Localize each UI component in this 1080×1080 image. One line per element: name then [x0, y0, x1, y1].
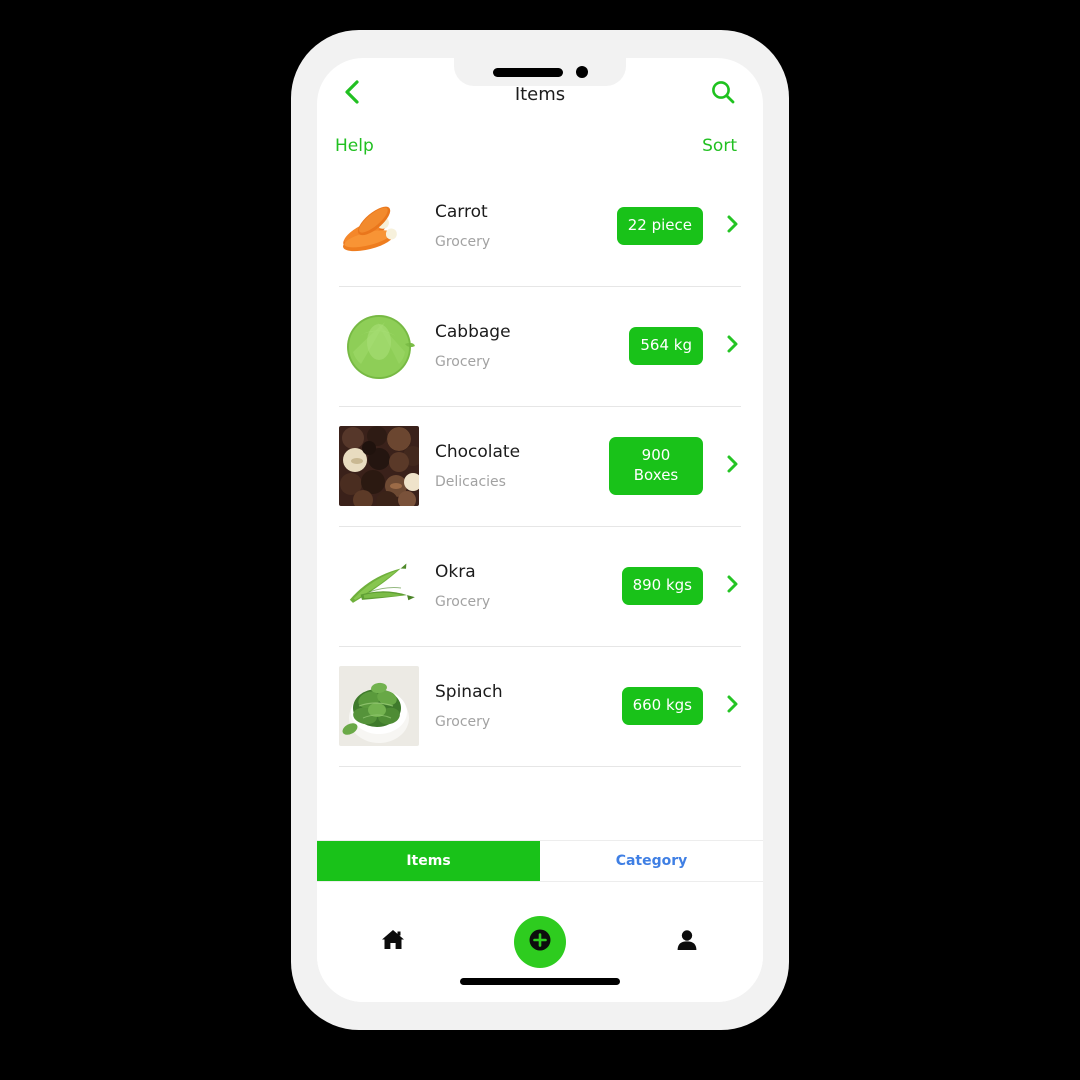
item-text-block: Carrot Grocery	[419, 202, 617, 250]
row-detail-button[interactable]	[703, 573, 739, 599]
sub-action-bar: Help Sort	[317, 130, 763, 166]
chevron-right-icon	[725, 453, 739, 479]
phone-frame: Items Help Sort Carrot Grocery 22 piece …	[291, 30, 789, 1030]
profile-person-icon	[674, 927, 700, 957]
row-detail-button[interactable]	[703, 213, 739, 239]
item-text-block: Cabbage Grocery	[419, 322, 629, 370]
item-category: Delicacies	[435, 474, 506, 490]
earpiece-speaker-icon	[492, 67, 563, 77]
home-button[interactable]	[361, 910, 425, 974]
table-row[interactable]: Chocolate Delicacies 900 Boxes	[317, 406, 763, 526]
item-name: Chocolate	[435, 442, 521, 462]
row-detail-button[interactable]	[703, 453, 739, 479]
search-button[interactable]	[705, 76, 741, 112]
spinach-photo	[339, 666, 419, 746]
item-category: Grocery	[435, 594, 491, 610]
chocolate-photo	[339, 426, 419, 506]
item-text-block: Chocolate Delicacies	[419, 442, 609, 490]
carrot-photo	[339, 186, 419, 266]
home-indicator	[460, 978, 620, 985]
sort-button[interactable]: Sort	[702, 136, 737, 156]
quantity-badge[interactable]: 890 kgs	[621, 567, 703, 605]
quantity-badge[interactable]: 22 piece	[616, 207, 703, 245]
screenshot-canvas: Items Help Sort Carrot Grocery 22 piece …	[0, 0, 1080, 1080]
profile-button[interactable]	[655, 910, 719, 974]
table-row[interactable]: Carrot Grocery 22 piece	[317, 166, 763, 286]
table-row[interactable]: Okra Grocery 890 kgs	[317, 526, 763, 646]
add-plus-icon	[527, 927, 553, 957]
item-list[interactable]: Carrot Grocery 22 piece Cabbage Grocery …	[317, 166, 763, 774]
item-category: Grocery	[435, 234, 491, 250]
front-camera-icon	[575, 66, 588, 78]
phone-screen: Items Help Sort Carrot Grocery 22 piece …	[317, 58, 763, 1002]
page-title: Items	[514, 83, 566, 105]
item-name: Okra	[435, 562, 476, 582]
chevron-right-icon	[725, 693, 739, 719]
tab-category[interactable]: Category	[540, 841, 763, 881]
table-row[interactable]: Spinach Grocery 660 kgs	[317, 646, 763, 766]
table-row[interactable]: Tomato Grocery 45	[317, 766, 763, 774]
search-icon	[710, 79, 736, 109]
table-row[interactable]: Cabbage Grocery 564 kg	[317, 286, 763, 406]
item-text-block: Spinach Grocery	[419, 682, 622, 730]
cabbage-photo	[339, 306, 419, 386]
quantity-badge[interactable]: 660 kgs	[621, 687, 703, 725]
row-detail-button[interactable]	[703, 693, 739, 719]
chevron-right-icon	[725, 213, 739, 239]
okra-photo	[339, 546, 419, 626]
item-name: Cabbage	[435, 322, 511, 342]
item-name: Carrot	[435, 202, 488, 222]
home-icon	[380, 927, 406, 957]
quantity-badge[interactable]: 900 Boxes	[609, 437, 703, 495]
segmented-tab-bar: Items Category	[317, 840, 763, 882]
item-category: Grocery	[435, 714, 491, 730]
item-name: Spinach	[435, 682, 503, 702]
chevron-right-icon	[725, 573, 739, 599]
item-category: Grocery	[435, 354, 491, 370]
row-detail-button[interactable]	[703, 333, 739, 359]
tab-items[interactable]: Items	[317, 841, 540, 881]
item-text-block: Okra Grocery	[419, 562, 622, 610]
quantity-badge[interactable]: 564 kg	[629, 327, 703, 365]
back-button[interactable]	[335, 77, 369, 111]
chevron-left-icon	[342, 78, 362, 110]
add-item-fab[interactable]	[513, 916, 566, 968]
chevron-right-icon	[725, 333, 739, 359]
phone-notch	[454, 58, 626, 86]
help-button[interactable]: Help	[335, 136, 374, 156]
